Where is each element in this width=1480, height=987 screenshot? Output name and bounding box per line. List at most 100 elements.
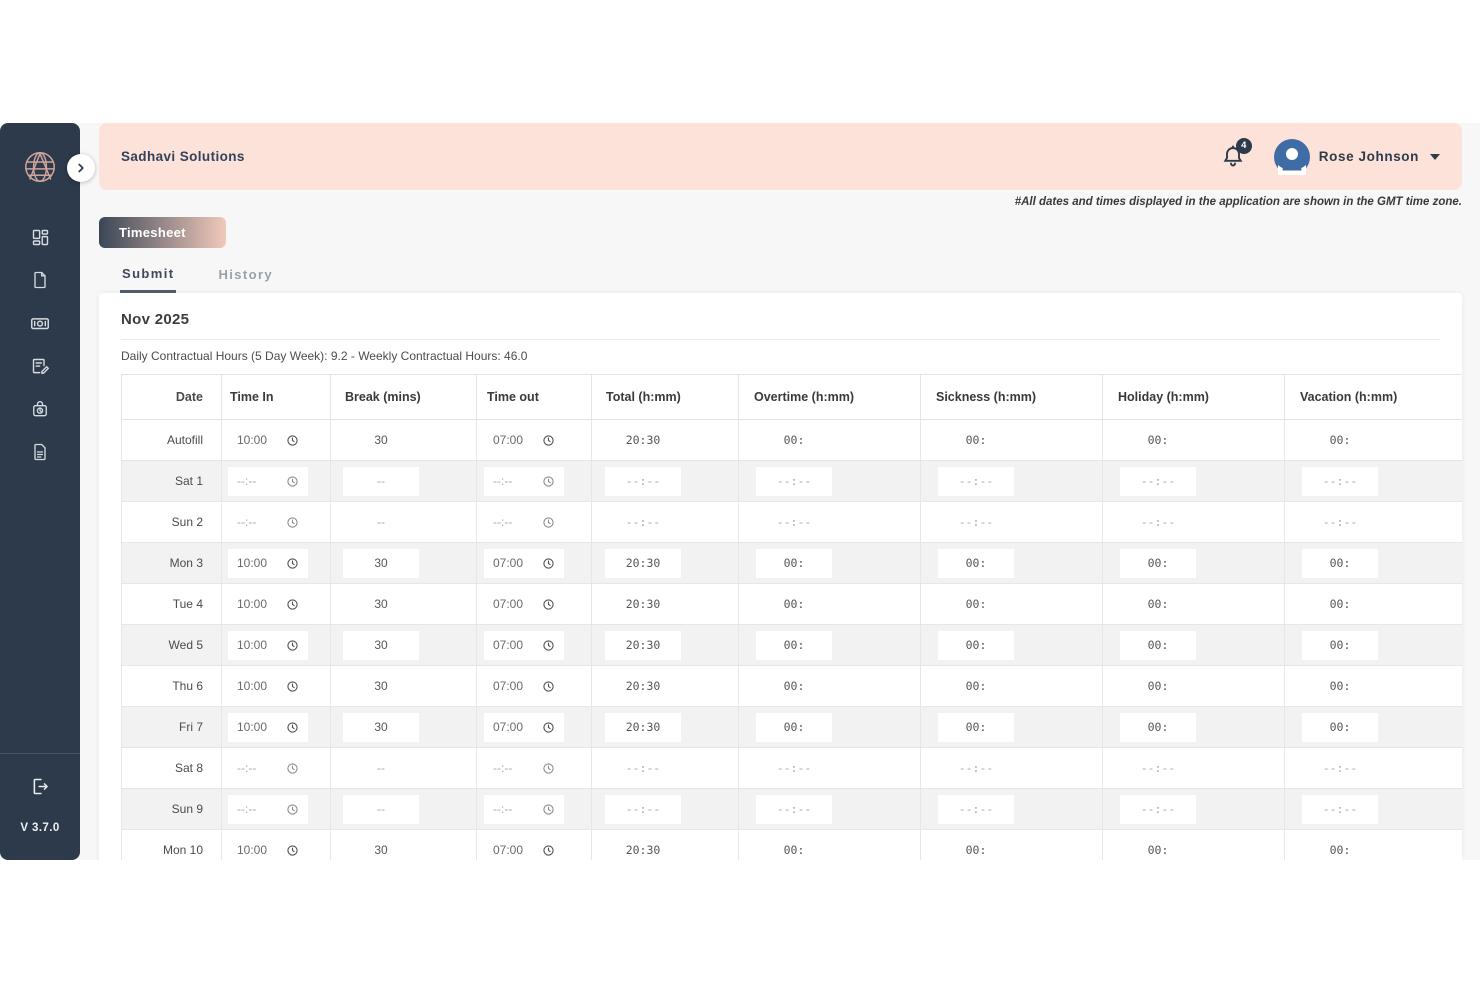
vacation-input[interactable]: --:-- (1302, 795, 1378, 824)
break-input[interactable]: 30 (343, 549, 419, 578)
break-input[interactable]: -- (343, 467, 419, 496)
holiday-input[interactable]: --:-- (1120, 467, 1196, 496)
time-in-input[interactable]: 10:00 (228, 549, 308, 578)
vacation-input[interactable]: 00: (1302, 836, 1378, 861)
vacation-input[interactable]: 00: (1302, 631, 1378, 660)
vacation-cell: --:-- (1285, 502, 1463, 543)
break-input[interactable]: 30 (343, 631, 419, 660)
timesheet-row: Mon 1010:003007:0020:3000:00:00:00: (122, 830, 1463, 861)
vacation-input[interactable]: --:-- (1302, 467, 1378, 496)
overtime-input[interactable]: 00: (756, 631, 832, 660)
sickness-input[interactable]: 00: (938, 631, 1014, 660)
sickness-input[interactable]: 00: (938, 672, 1014, 701)
time-in-input[interactable]: 10:00 (228, 836, 308, 861)
total-cell: --:-- (592, 502, 739, 543)
holiday-input[interactable]: 00: (1120, 836, 1196, 861)
time-in-input[interactable]: 10:00 (228, 426, 308, 455)
vacation-input[interactable]: 00: (1302, 590, 1378, 619)
time-in-input[interactable]: 10:00 (228, 713, 308, 742)
break-input[interactable]: 30 (343, 713, 419, 742)
overtime-input[interactable]: 00: (756, 672, 832, 701)
sickness-input[interactable]: 00: (938, 549, 1014, 578)
holiday-input[interactable]: 00: (1120, 631, 1196, 660)
time-in-input[interactable]: 10:00 (228, 590, 308, 619)
time-out-input[interactable]: 07:00 (484, 549, 564, 578)
holiday-input[interactable]: 00: (1120, 590, 1196, 619)
sickness-input[interactable]: --:-- (938, 754, 1014, 783)
holiday-input[interactable]: 00: (1120, 713, 1196, 742)
sidebar-item-reports[interactable] (22, 439, 58, 465)
sickness-input[interactable]: 00: (938, 836, 1014, 861)
time-out-input[interactable]: --:-- (484, 467, 564, 496)
timesheet-row: Sat 8--:------:----:----:----:----:----:… (122, 748, 1463, 789)
time-out-input[interactable]: 07:00 (484, 672, 564, 701)
holiday-input[interactable]: --:-- (1120, 508, 1196, 537)
vacation-input[interactable]: 00: (1302, 713, 1378, 742)
time-out-input[interactable]: 07:00 (484, 836, 564, 861)
time-out-input[interactable]: --:-- (484, 508, 564, 537)
overtime-input[interactable]: 00: (756, 836, 832, 861)
sickness-input[interactable]: --:-- (938, 795, 1014, 824)
payroll-icon (29, 312, 51, 334)
break-input[interactable]: 30 (343, 672, 419, 701)
sidebar-item-documents[interactable] (22, 267, 58, 293)
overtime-input[interactable]: --:-- (756, 795, 832, 824)
time-in-input[interactable]: --:-- (228, 508, 308, 537)
clock-icon (286, 680, 299, 693)
vacation-input[interactable]: --:-- (1302, 754, 1378, 783)
sidebar-item-payroll[interactable] (22, 310, 58, 336)
notifications-button[interactable]: 4 (1220, 143, 1246, 171)
sidebar-item-edit-timesheet[interactable] (22, 353, 58, 379)
timesheet-page-button[interactable]: Timesheet (99, 217, 226, 248)
time-in-input[interactable]: --:-- (228, 467, 308, 496)
time-out-input[interactable]: --:-- (484, 795, 564, 824)
time-out-input[interactable]: --:-- (484, 754, 564, 783)
sickness-input[interactable]: --:-- (938, 467, 1014, 496)
time-in-input[interactable]: --:-- (228, 795, 308, 824)
tab-history[interactable]: History (216, 264, 275, 293)
sickness-input[interactable]: 00: (938, 426, 1014, 455)
break-input[interactable]: -- (343, 508, 419, 537)
tab-submit[interactable]: Submit (120, 264, 176, 293)
time-in-input[interactable]: 10:00 (228, 631, 308, 660)
holiday-input[interactable]: 00: (1120, 426, 1196, 455)
sickness-input[interactable]: --:-- (938, 508, 1014, 537)
time-out-input[interactable]: 07:00 (484, 713, 564, 742)
time-in-input[interactable]: --:-- (228, 754, 308, 783)
overtime-input[interactable]: 00: (756, 590, 832, 619)
break-input[interactable]: 30 (343, 590, 419, 619)
time-value: 07:00 (493, 433, 523, 447)
logout-button[interactable] (30, 776, 51, 800)
holiday-input[interactable]: 00: (1120, 549, 1196, 578)
time-out-input[interactable]: 07:00 (484, 590, 564, 619)
time-out-input[interactable]: 07:00 (484, 631, 564, 660)
vacation-input[interactable]: --:-- (1302, 508, 1378, 537)
overtime-input[interactable]: --:-- (756, 467, 832, 496)
vacation-input[interactable]: 00: (1302, 549, 1378, 578)
holiday-cell: 00: (1103, 420, 1285, 461)
date-cell: Sun 9 (122, 789, 222, 830)
sickness-input[interactable]: 00: (938, 590, 1014, 619)
break-input[interactable]: 30 (343, 836, 419, 861)
break-input[interactable]: -- (343, 795, 419, 824)
overtime-input[interactable]: --:-- (756, 508, 832, 537)
holiday-input[interactable]: --:-- (1120, 795, 1196, 824)
overtime-input[interactable]: 00: (756, 713, 832, 742)
sickness-input[interactable]: 00: (938, 713, 1014, 742)
holiday-input[interactable]: 00: (1120, 672, 1196, 701)
overtime-input[interactable]: --:-- (756, 754, 832, 783)
vacation-input[interactable]: 00: (1302, 426, 1378, 455)
vacation-input[interactable]: 00: (1302, 672, 1378, 701)
break-input[interactable]: -- (343, 754, 419, 783)
sidebar-item-time-tracking[interactable] (22, 396, 58, 422)
holiday-input[interactable]: --:-- (1120, 754, 1196, 783)
overtime-input[interactable]: 00: (756, 549, 832, 578)
break-input[interactable]: 30 (343, 426, 419, 455)
time-in-input[interactable]: 10:00 (228, 672, 308, 701)
time-out-input[interactable]: 07:00 (484, 426, 564, 455)
clock-icon (286, 639, 299, 652)
overtime-input[interactable]: 00: (756, 426, 832, 455)
sidebar-item-dashboard[interactable] (22, 224, 58, 250)
sidebar-expand-button[interactable] (67, 154, 95, 182)
user-menu[interactable]: Rose Johnson (1274, 139, 1440, 175)
